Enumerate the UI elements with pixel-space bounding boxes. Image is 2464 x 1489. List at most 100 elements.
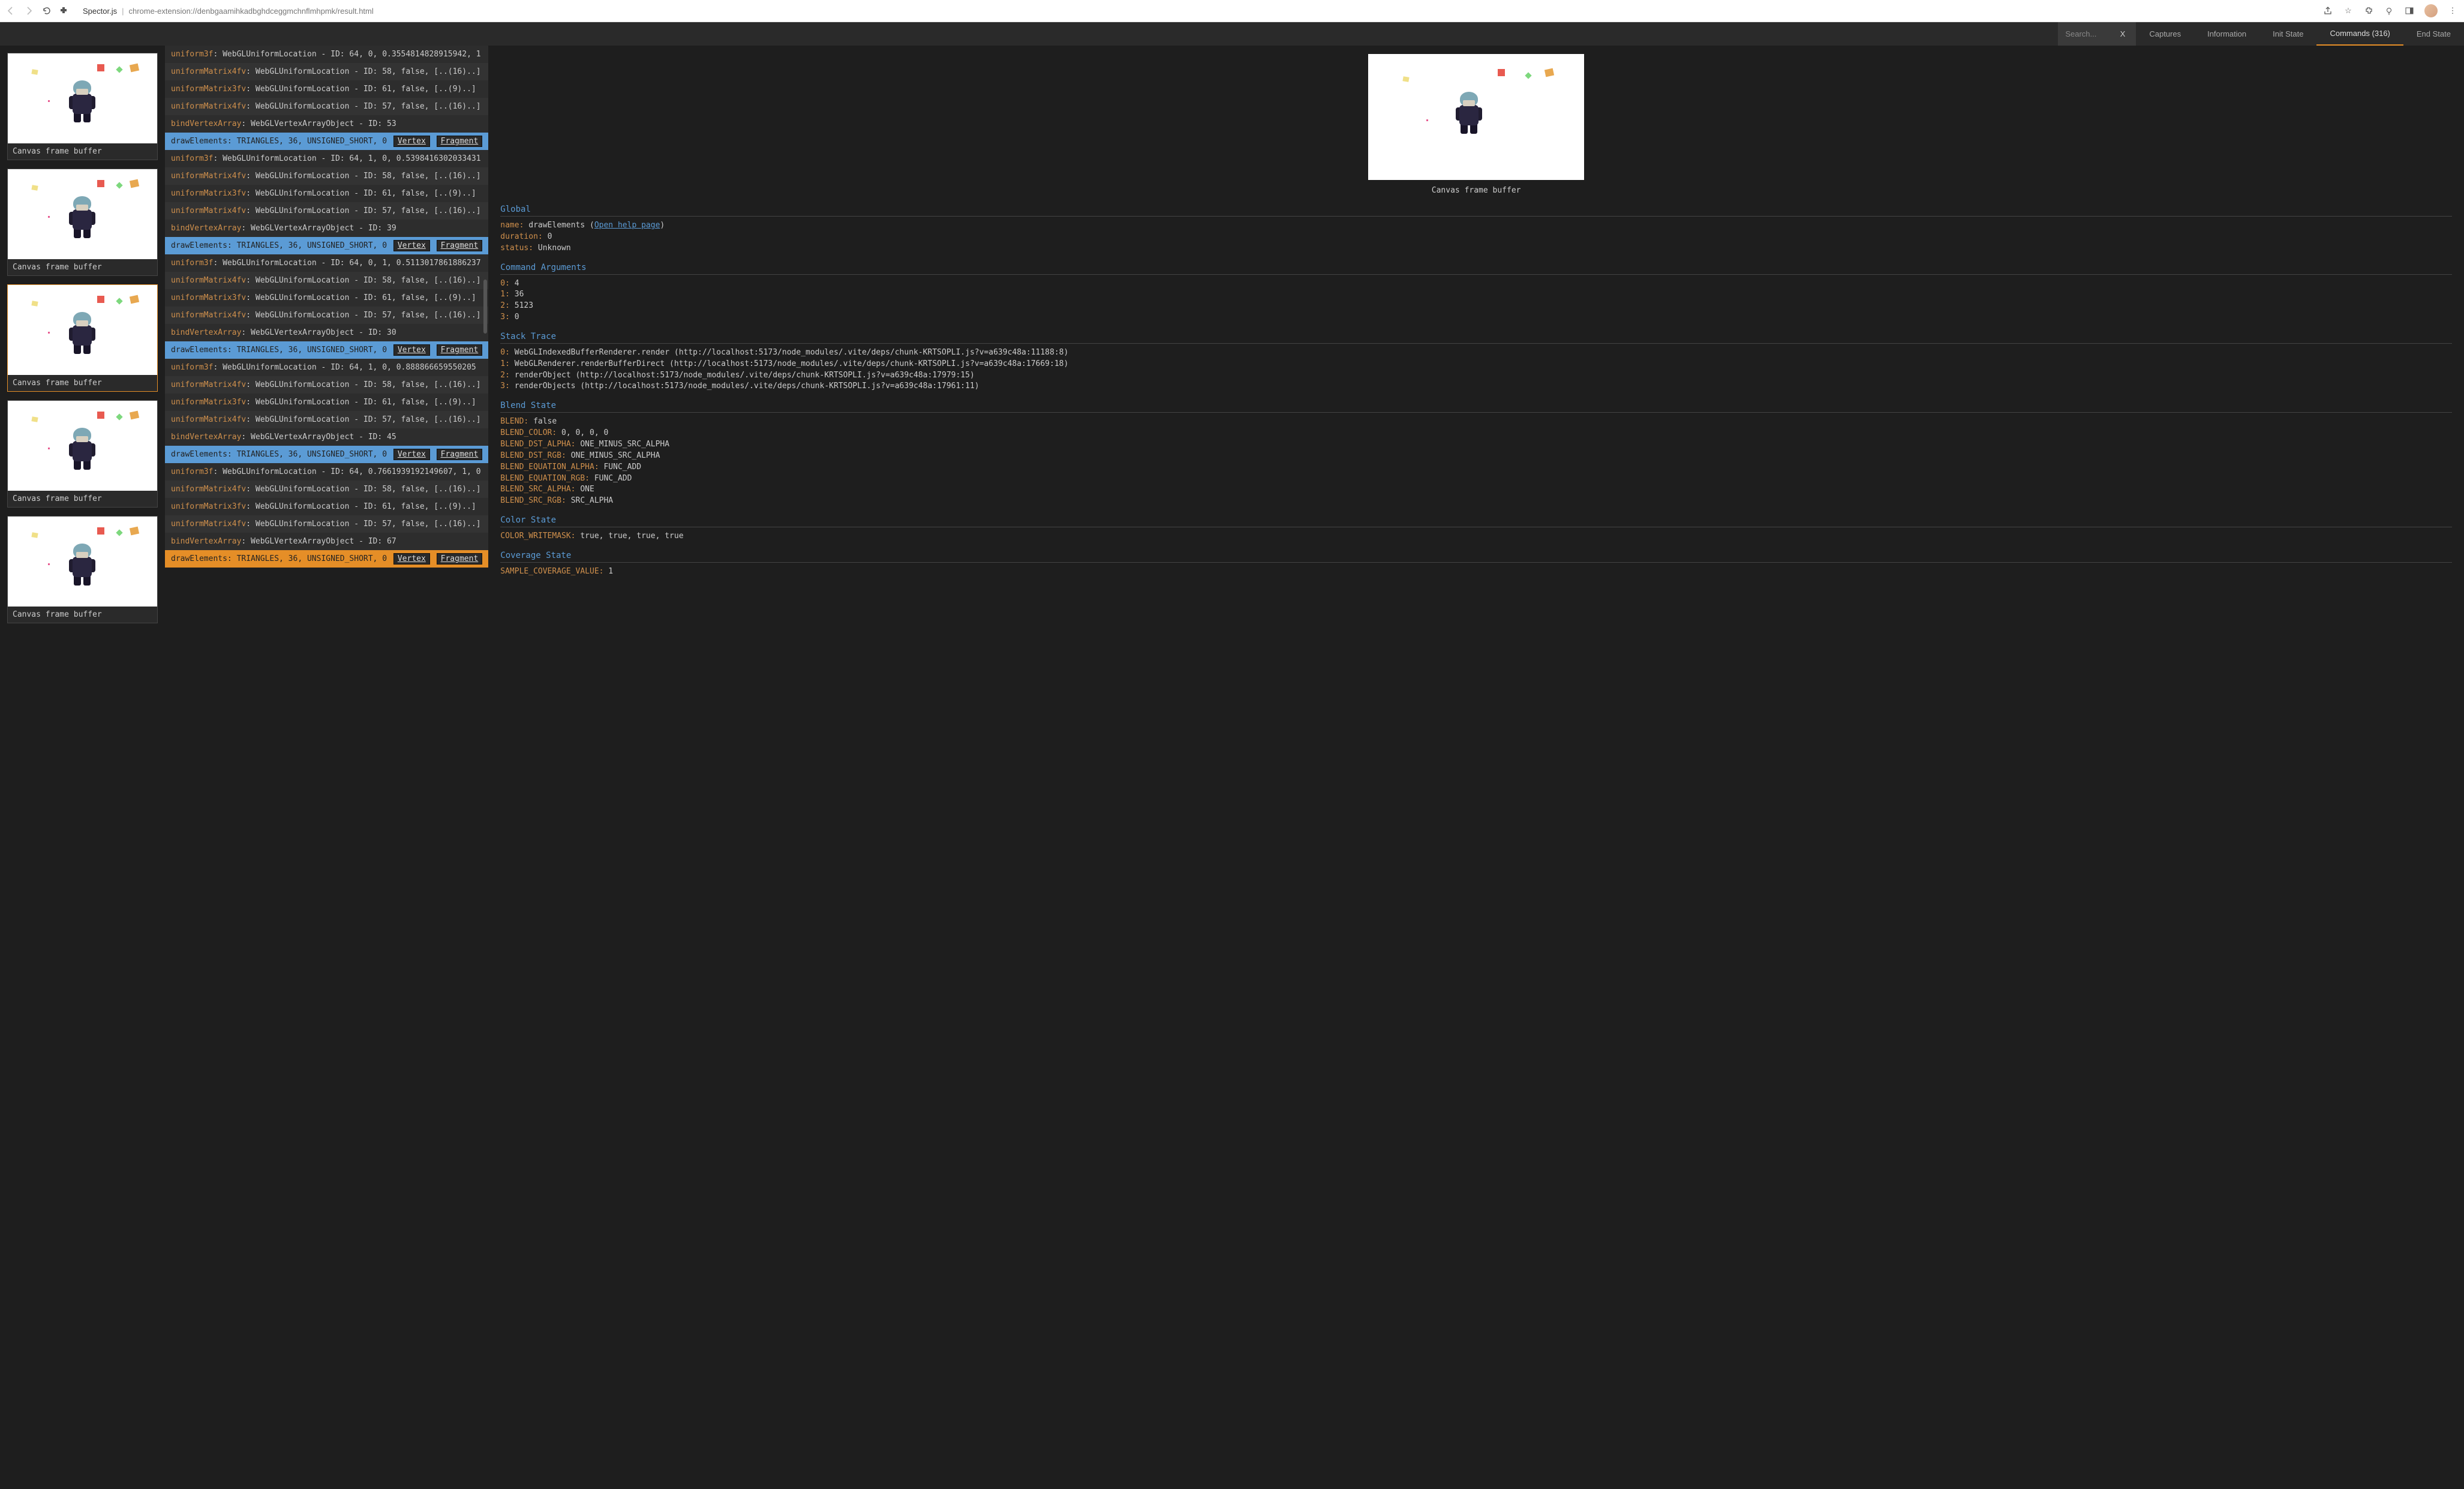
avatar[interactable] (2424, 4, 2438, 17)
kv-row: 1: 36 (500, 289, 2452, 301)
extension-icon[interactable] (59, 6, 68, 16)
thumb-card[interactable]: Canvas frame buffer (7, 400, 158, 508)
command-row[interactable]: bindVertexArray: WebGLVertexArrayObject … (165, 220, 488, 237)
extensions-icon[interactable] (2363, 5, 2374, 16)
particle-green (1525, 72, 1531, 79)
sidebar-thumbnails[interactable]: Canvas frame buffer Canvas frame buffer … (0, 46, 165, 1489)
command-list[interactable]: uniform3f: WebGLUniformLocation - ID: 64… (165, 46, 488, 1489)
thumb-image (8, 285, 157, 375)
command-row[interactable]: uniformMatrix3fv: WebGLUniformLocation -… (165, 289, 488, 307)
vertex-shader-link[interactable]: Vertex (393, 136, 430, 147)
detail-panel[interactable]: Canvas frame buffer Global name: drawEle… (488, 46, 2464, 1489)
kv-row: SAMPLE_COVERAGE_VALUE: 1 (500, 566, 2452, 578)
lightbulb-icon[interactable] (2384, 5, 2394, 16)
command-row[interactable]: bindVertexArray: WebGLVertexArrayObject … (165, 533, 488, 550)
menu-icon[interactable]: ⋮ (2447, 5, 2458, 16)
tab-init-state[interactable]: Init State (2259, 22, 2316, 46)
chrome-right: ☆ ⋮ (2322, 4, 2458, 17)
panel-icon[interactable] (2404, 5, 2415, 16)
command-row[interactable]: bindVertexArray: WebGLVertexArrayObject … (165, 324, 488, 341)
section-title: Global (500, 205, 2452, 217)
tab-commands[interactable]: Commands (316) (2316, 22, 2403, 46)
character-sprite (1455, 92, 1483, 134)
command-row[interactable]: bindVertexArray: WebGLVertexArrayObject … (165, 115, 488, 133)
command-row[interactable]: uniformMatrix4fv: WebGLUniformLocation -… (165, 167, 488, 185)
fragment-shader-link[interactable]: Fragment (437, 449, 483, 460)
kv-row: 2: renderObject (http://localhost:5173/n… (500, 370, 2452, 382)
share-icon[interactable] (2322, 5, 2333, 16)
section-blend: Blend State BLEND: falseBLEND_COLOR: 0, … (500, 401, 2452, 507)
thumb-card[interactable]: Canvas frame buffer (7, 516, 158, 623)
tab-captures[interactable]: Captures (2136, 22, 2194, 46)
command-row[interactable]: drawElements: TRIANGLES, 36, UNSIGNED_SH… (165, 341, 488, 359)
command-row[interactable]: uniformMatrix4fv: WebGLUniformLocation -… (165, 63, 488, 80)
thumb-label: Canvas frame buffer (8, 607, 157, 623)
reload-button[interactable] (42, 6, 52, 16)
command-row[interactable]: uniformMatrix4fv: WebGLUniformLocation -… (165, 411, 488, 428)
kv-row: BLEND_DST_RGB: ONE_MINUS_SRC_ALPHA (500, 451, 2452, 462)
thumb-card[interactable]: Canvas frame buffer (7, 169, 158, 276)
kv-row: BLEND: false (500, 416, 2452, 428)
vertex-shader-link[interactable]: Vertex (393, 553, 430, 565)
section-title: Coverage State (500, 551, 2452, 563)
search-input[interactable] (2065, 29, 2116, 38)
preview-box: Canvas frame buffer (500, 54, 2452, 195)
tab-end-state[interactable]: End State (2403, 22, 2464, 46)
command-row[interactable]: uniformMatrix3fv: WebGLUniformLocation -… (165, 185, 488, 202)
command-row[interactable]: uniform3f: WebGLUniformLocation - ID: 64… (165, 463, 488, 481)
command-row[interactable]: drawElements: TRIANGLES, 36, UNSIGNED_SH… (165, 237, 488, 254)
fragment-shader-link[interactable]: Fragment (437, 240, 483, 251)
command-row[interactable]: drawElements: TRIANGLES, 36, UNSIGNED_SH… (165, 133, 488, 150)
kv-row: 0: 4 (500, 278, 2452, 290)
forward-button[interactable] (24, 6, 34, 16)
kv-row: BLEND_COLOR: 0, 0, 0, 0 (500, 428, 2452, 439)
fragment-shader-link[interactable]: Fragment (437, 136, 483, 147)
vertex-shader-link[interactable]: Vertex (393, 344, 430, 356)
kv-row: BLEND_EQUATION_RGB: FUNC_ADD (500, 473, 2452, 485)
url-bar[interactable]: Spector.js | chrome-extension://denbgaam… (76, 4, 2315, 18)
url-path: chrome-extension://denbgaamihkadbghdcegg… (128, 7, 373, 16)
fragment-shader-link[interactable]: Fragment (437, 553, 483, 565)
thumb-card[interactable]: Canvas frame buffer (7, 53, 158, 160)
command-row[interactable]: uniformMatrix3fv: WebGLUniformLocation -… (165, 394, 488, 411)
command-row[interactable]: uniform3f: WebGLUniformLocation - ID: 64… (165, 46, 488, 63)
command-row[interactable]: uniformMatrix4fv: WebGLUniformLocation -… (165, 272, 488, 289)
help-link[interactable]: Open help page (594, 221, 660, 230)
command-row[interactable]: uniformMatrix4fv: WebGLUniformLocation -… (165, 98, 488, 115)
section-global: Global name: drawElements (Open help pag… (500, 205, 2452, 254)
command-row[interactable]: drawElements: TRIANGLES, 36, UNSIGNED_SH… (165, 550, 488, 568)
kv-row: 0: WebGLIndexedBufferRenderer.render (ht… (500, 347, 2452, 359)
browser-chrome: Spector.js | chrome-extension://denbgaam… (0, 0, 2464, 22)
command-row[interactable]: uniformMatrix4fv: WebGLUniformLocation -… (165, 481, 488, 498)
thumb-label: Canvas frame buffer (8, 491, 157, 507)
scrollbar-thumb[interactable] (483, 280, 487, 334)
back-button[interactable] (6, 6, 16, 16)
vertex-shader-link[interactable]: Vertex (393, 240, 430, 251)
preview-image (1368, 54, 1584, 180)
command-row[interactable]: uniformMatrix4fv: WebGLUniformLocation -… (165, 202, 488, 220)
thumb-label: Canvas frame buffer (8, 259, 157, 275)
section-title: Blend State (500, 401, 2452, 413)
search-clear-button[interactable]: X (2117, 29, 2129, 38)
vertex-shader-link[interactable]: Vertex (393, 449, 430, 460)
command-row[interactable]: uniform3f: WebGLUniformLocation - ID: 64… (165, 359, 488, 376)
tab-information[interactable]: Information (2194, 22, 2259, 46)
command-row[interactable]: bindVertexArray: WebGLVertexArrayObject … (165, 428, 488, 446)
command-row[interactable]: uniformMatrix4fv: WebGLUniformLocation -… (165, 376, 488, 394)
particle-yellow (1402, 76, 1409, 82)
command-row[interactable]: drawElements: TRIANGLES, 36, UNSIGNED_SH… (165, 446, 488, 463)
fragment-shader-link[interactable]: Fragment (437, 344, 483, 356)
particle-pink (1426, 119, 1428, 121)
star-icon[interactable]: ☆ (2343, 5, 2354, 16)
search-box[interactable]: X (2058, 22, 2136, 46)
command-row[interactable]: uniformMatrix3fv: WebGLUniformLocation -… (165, 80, 488, 98)
kv-status: status: Unknown (500, 243, 2452, 254)
command-row[interactable]: uniformMatrix4fv: WebGLUniformLocation -… (165, 515, 488, 533)
kv-row: BLEND_EQUATION_ALPHA: FUNC_ADD (500, 462, 2452, 473)
command-row[interactable]: uniform3f: WebGLUniformLocation - ID: 64… (165, 150, 488, 167)
command-row[interactable]: uniformMatrix4fv: WebGLUniformLocation -… (165, 307, 488, 324)
thumb-card[interactable]: Canvas frame buffer (7, 284, 158, 392)
thumb-label: Canvas frame buffer (8, 375, 157, 391)
command-row[interactable]: uniformMatrix3fv: WebGLUniformLocation -… (165, 498, 488, 515)
command-row[interactable]: uniform3f: WebGLUniformLocation - ID: 64… (165, 254, 488, 272)
